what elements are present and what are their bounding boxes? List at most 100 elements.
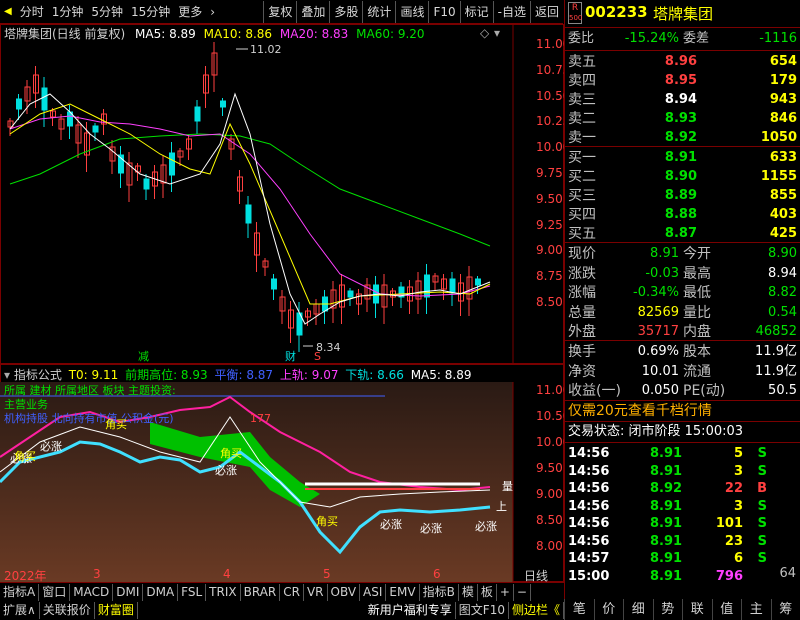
tab-5min[interactable]: 5分钟 — [87, 1, 127, 23]
stat-value: 46852 — [755, 324, 797, 339]
asks-row: 卖三 8.94 943 — [565, 90, 800, 111]
news-link[interactable]: 新用户福利专享 — [365, 601, 456, 619]
candle — [194, 106, 201, 122]
indicator-tick: 8.00 — [536, 539, 563, 553]
stat-value: 0.54 — [768, 304, 797, 320]
indicator-name[interactable]: 指标公式 — [14, 368, 62, 382]
bids-price: 8.91 — [664, 150, 697, 165]
date-label: 4 — [223, 567, 231, 581]
indicator-tab[interactable]: 窗口 — [39, 583, 71, 601]
asks-row: 卖五 8.96 654 — [565, 52, 800, 73]
quote-tab[interactable]: 联 — [682, 599, 712, 620]
stat-row: 收益(一) 0.050 PE(动) 50.5 — [565, 381, 800, 402]
f10-button[interactable]: F10 — [428, 0, 459, 23]
bids-volume: 855 — [769, 188, 797, 203]
stat-label: 最高 — [683, 265, 711, 282]
fuquan-button[interactable]: 复权 — [263, 0, 296, 23]
indicator-tick: 8.50 — [536, 513, 563, 527]
related-quote-button[interactable]: 关联报价 — [40, 601, 95, 619]
huaxian-button[interactable]: 画线 — [395, 0, 428, 23]
nav-back-icon[interactable]: ◀ — [0, 1, 16, 23]
candle — [449, 278, 456, 294]
quote-tab[interactable]: 笔 — [564, 599, 594, 620]
back-button[interactable]: 返回 — [529, 0, 563, 23]
tongji-button[interactable]: 统计 — [362, 0, 395, 23]
duogu-button[interactable]: 多股 — [329, 0, 362, 23]
stat-value: -0.03 — [645, 265, 679, 281]
more-chevron-icon[interactable]: › — [206, 1, 219, 23]
indicator-tab[interactable]: + — [497, 583, 514, 601]
stat-label: 外盘 — [568, 324, 596, 340]
sidebar-toggle[interactable]: 侧边栏《 — [509, 601, 564, 619]
stat-value: 8.82 — [768, 285, 797, 300]
indicator-tab[interactable]: TRIX — [206, 583, 241, 601]
indicator-tab[interactable]: MACD — [70, 583, 114, 601]
indicator-tab[interactable]: BRAR — [241, 583, 281, 601]
stat-label: 收益(一) — [568, 383, 621, 399]
expand-button[interactable]: 扩展∧ — [0, 601, 40, 619]
tab-more[interactable]: 更多 — [174, 1, 206, 23]
stat-label: PE(动) — [683, 383, 726, 399]
indicator-tab[interactable]: − — [514, 583, 531, 601]
asks-volume: 943 — [769, 92, 797, 107]
indicator-tab[interactable]: 指标B — [420, 583, 459, 601]
shang-label: 上 — [496, 500, 507, 513]
stat-value: 8.91 — [650, 246, 679, 261]
bids-row: 买二 8.90 1155 — [565, 167, 800, 188]
stat-value: -0.34% — [633, 285, 679, 300]
prev-high-value: 前期高位: 8.93 — [125, 368, 208, 382]
date-label: 3 — [93, 567, 101, 581]
promo-row[interactable]: 仅需20元查看千档行情 — [565, 401, 800, 422]
stat-label: 涨跌 — [568, 265, 596, 282]
indicator-tab[interactable]: 指标A — [0, 583, 40, 601]
candle — [475, 278, 481, 286]
stat-value: 0.050 — [641, 383, 679, 398]
quote-tab[interactable]: 价 — [593, 599, 624, 620]
indicator-tab[interactable]: CR — [280, 583, 304, 601]
wealth-circle-button[interactable]: 财富圈 — [95, 601, 138, 619]
tab-fenshi[interactable]: 分时 — [16, 1, 48, 23]
asks-price: 8.96 — [664, 54, 697, 69]
indicator-tab[interactable]: VR — [304, 583, 328, 601]
price-tick: 9.00 — [536, 243, 563, 258]
zixuan-button[interactable]: -自选 — [492, 0, 530, 23]
overlay-text-4: 177 — [250, 412, 271, 425]
quote-tab[interactable]: 势 — [652, 599, 683, 620]
diejia-button[interactable]: 叠加 — [296, 0, 329, 23]
tick-time: 15:00 — [568, 568, 610, 584]
indicator-tab[interactable]: FSL — [178, 583, 207, 601]
asks-volume: 654 — [769, 54, 797, 69]
indicator-tab[interactable]: ASI — [360, 583, 387, 601]
shanggui-value: 上轨: 9.07 — [279, 368, 339, 382]
bids-price: 8.90 — [664, 169, 697, 184]
bids-volume: 425 — [769, 226, 797, 241]
overlay-text-2: 主营业务 — [4, 397, 48, 411]
tab-15min[interactable]: 15分钟 — [127, 1, 174, 23]
indicator-tab[interactable]: DMI — [113, 583, 144, 601]
overlay-text-1: 所属 建材 所属地区 板块 主题投资: — [4, 383, 176, 397]
stat-value: 0.69% — [637, 344, 679, 359]
quote-tab[interactable]: 值 — [711, 599, 742, 620]
stat-row: 涨跌 -0.03 最高 8.94 — [565, 264, 800, 285]
indicator-tab[interactable]: OBV — [328, 583, 361, 601]
tab-1min[interactable]: 1分钟 — [48, 1, 88, 23]
quote-tab[interactable]: 主 — [741, 599, 771, 620]
f10-link[interactable]: 图文F10 — [456, 601, 509, 619]
stock-name: 塔牌集团 — [653, 5, 714, 23]
t0-value: T0: 9.11 — [68, 368, 119, 382]
quote-tab[interactable]: 细 — [623, 599, 653, 620]
indicator-tab[interactable]: DMA — [143, 583, 179, 601]
indicator-tab[interactable]: 模 — [459, 583, 478, 601]
indicator-tab[interactable]: 板 — [478, 583, 497, 601]
bids-price: 8.89 — [664, 188, 697, 203]
indicator-collapse-icon[interactable]: ▾ — [4, 368, 10, 382]
quote-tab[interactable]: 筹 — [770, 599, 800, 620]
tick-end: 64 — [779, 566, 796, 581]
badge-num: 500 — [569, 14, 583, 22]
biaoji-button[interactable]: 标记 — [459, 0, 493, 23]
asks-label: 卖一 — [568, 130, 596, 146]
indicator-legend: ▾ 指标公式 T0: 9.11 前期高位: 8.93 平衡: 8.87 上轨: … — [4, 366, 471, 383]
stat-value: 8.94 — [768, 265, 797, 281]
promo-text[interactable]: 仅需20元查看千档行情 — [568, 401, 712, 421]
indicator-tab[interactable]: EMV — [386, 583, 420, 601]
